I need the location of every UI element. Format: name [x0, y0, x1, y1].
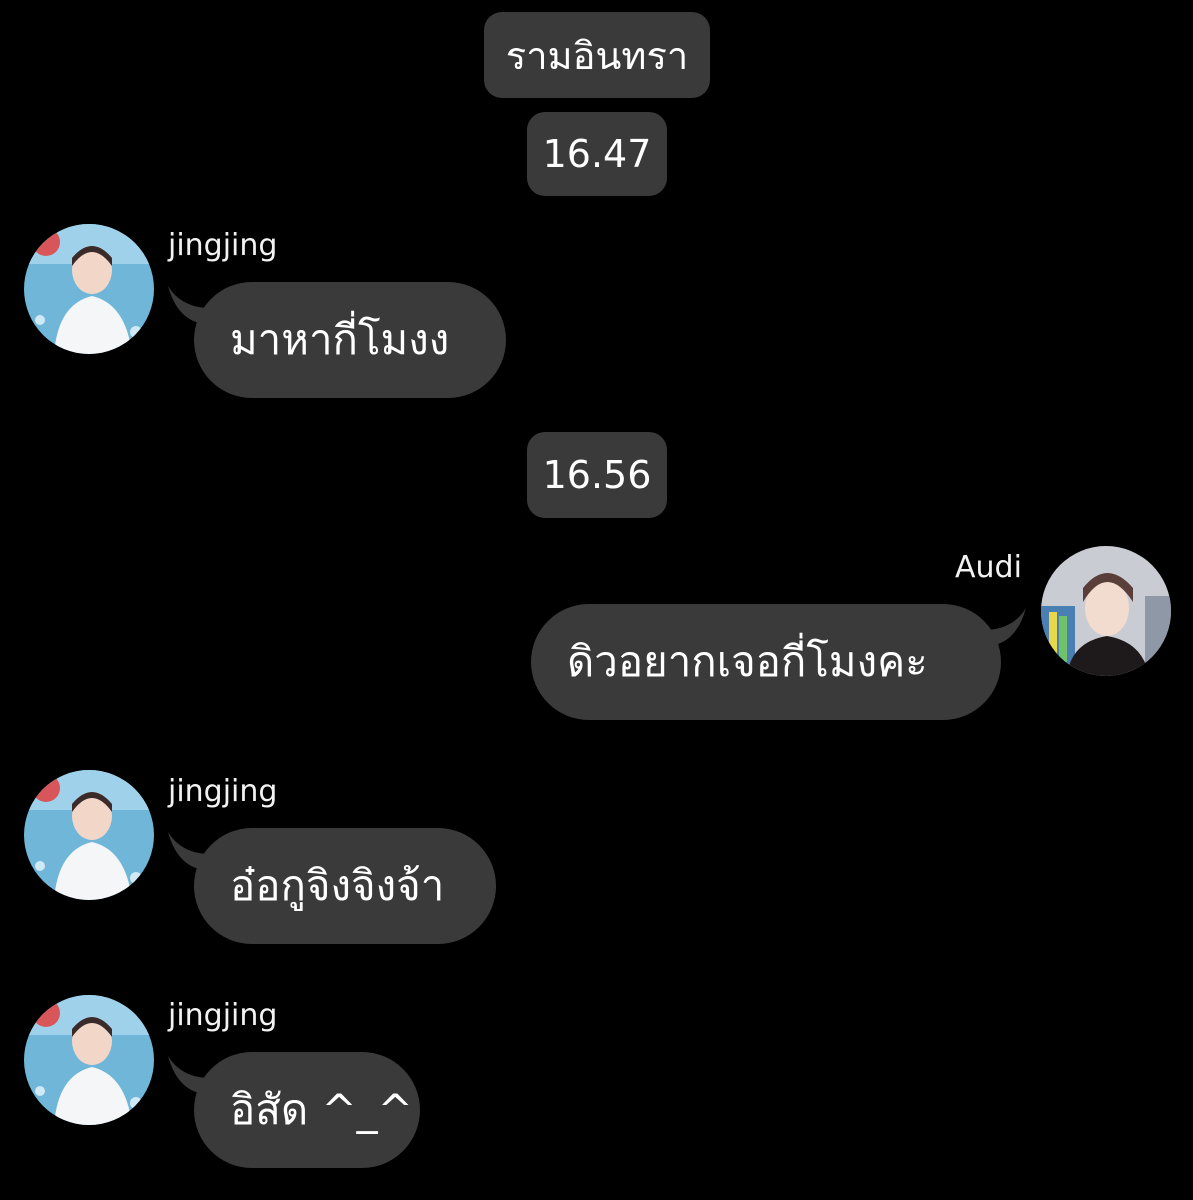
message-text: มาหากี่โมงง — [230, 315, 450, 364]
avatar-jingjing[interactable] — [24, 770, 154, 900]
sender-name: jingjing — [168, 228, 278, 263]
timestamp-pill: 16.47 — [527, 112, 667, 196]
message-bubble[interactable]: อ๋อกูจิงจิงจ้า — [194, 828, 496, 944]
sender-name: jingjing — [168, 774, 278, 809]
message-bubble[interactable]: อิสัด ^_^ — [194, 1052, 420, 1168]
message-bubble[interactable]: ดิวอยากเจอกี่โมงคะ — [531, 604, 1001, 720]
timestamp-text: 16.56 — [542, 453, 652, 497]
sender-name: Audi — [955, 550, 1022, 585]
avatar-audi[interactable] — [1041, 546, 1171, 676]
date-label-text: รามอินทรา — [505, 33, 689, 78]
date-label-pill: รามอินทรา — [484, 12, 710, 98]
timestamp-text: 16.47 — [542, 132, 652, 176]
message-text: อ๋อกูจิงจิงจ้า — [230, 861, 445, 910]
avatar-jingjing[interactable] — [24, 995, 154, 1125]
message-bubble[interactable]: มาหากี่โมงง — [194, 282, 506, 398]
message-text: อิสัด ^_^ — [230, 1085, 413, 1134]
timestamp-pill: 16.56 — [527, 432, 667, 518]
avatar-jingjing[interactable] — [24, 224, 154, 354]
message-text: ดิวอยากเจอกี่โมงคะ — [567, 637, 928, 686]
sender-name: jingjing — [168, 998, 278, 1033]
